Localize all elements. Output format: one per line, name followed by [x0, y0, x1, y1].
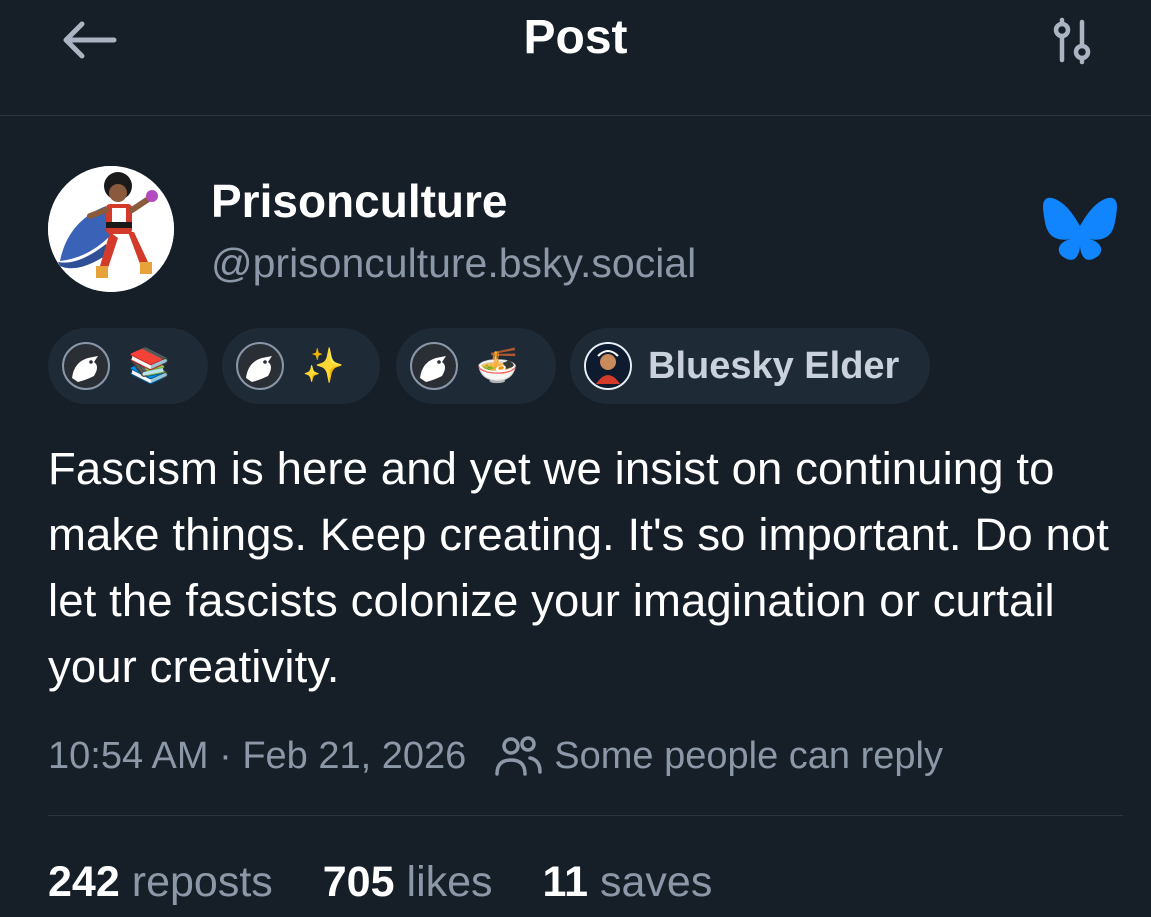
badge-label: Bluesky Elder	[648, 344, 900, 387]
saves-stat[interactable]: 11 saves	[543, 858, 713, 907]
likes-count: 705	[322, 857, 395, 906]
post-meta: 10:54 AM · Feb 21, 2026 Some people can …	[48, 728, 943, 784]
saves-label: saves	[600, 857, 713, 906]
badge-sparkles[interactable]: ✨	[222, 328, 380, 404]
reply-setting[interactable]: Some people can reply	[554, 735, 943, 778]
crow-icon	[236, 342, 284, 390]
people-icon	[495, 736, 543, 776]
filter-button[interactable]	[1050, 16, 1096, 66]
crow-icon	[62, 342, 110, 390]
top-bar: Post	[0, 0, 1151, 116]
post-text: Fascism is here and yet we insist on con…	[48, 443, 1110, 692]
divider	[48, 815, 1123, 816]
bluesky-butterfly-icon	[1043, 195, 1117, 261]
reposts-label: reposts	[131, 857, 273, 906]
post-timestamp: 10:54 AM · Feb 21, 2026	[48, 734, 467, 777]
post-stats: 242 reposts 705 likes 11 saves	[48, 852, 762, 912]
reposts-count: 242	[48, 857, 120, 906]
reposts-stat[interactable]: 242 reposts	[48, 858, 273, 907]
likes-stat[interactable]: 705 likes	[323, 858, 493, 907]
likes-label: likes	[406, 857, 493, 906]
sparkles-emoji: ✨	[302, 346, 345, 386]
saves-count: 11	[542, 857, 589, 906]
badge-noodles[interactable]: 🍜	[396, 328, 556, 404]
badge-books[interactable]: 📚	[48, 328, 208, 404]
crow-icon	[410, 342, 458, 390]
badge-bluesky-elder[interactable]: Bluesky Elder	[570, 328, 930, 404]
avatar[interactable]	[48, 166, 174, 292]
display-name[interactable]: Prisonculture	[211, 174, 508, 228]
noodles-emoji: 🍜	[476, 346, 519, 386]
page-title: Post	[523, 11, 628, 64]
sliders-icon	[1053, 17, 1091, 65]
bluesky-elder-icon	[584, 342, 632, 390]
superhero-avatar-icon	[48, 166, 174, 292]
handle[interactable]: @prisonculture.bsky.social	[211, 237, 696, 289]
books-emoji: 📚	[128, 346, 171, 386]
